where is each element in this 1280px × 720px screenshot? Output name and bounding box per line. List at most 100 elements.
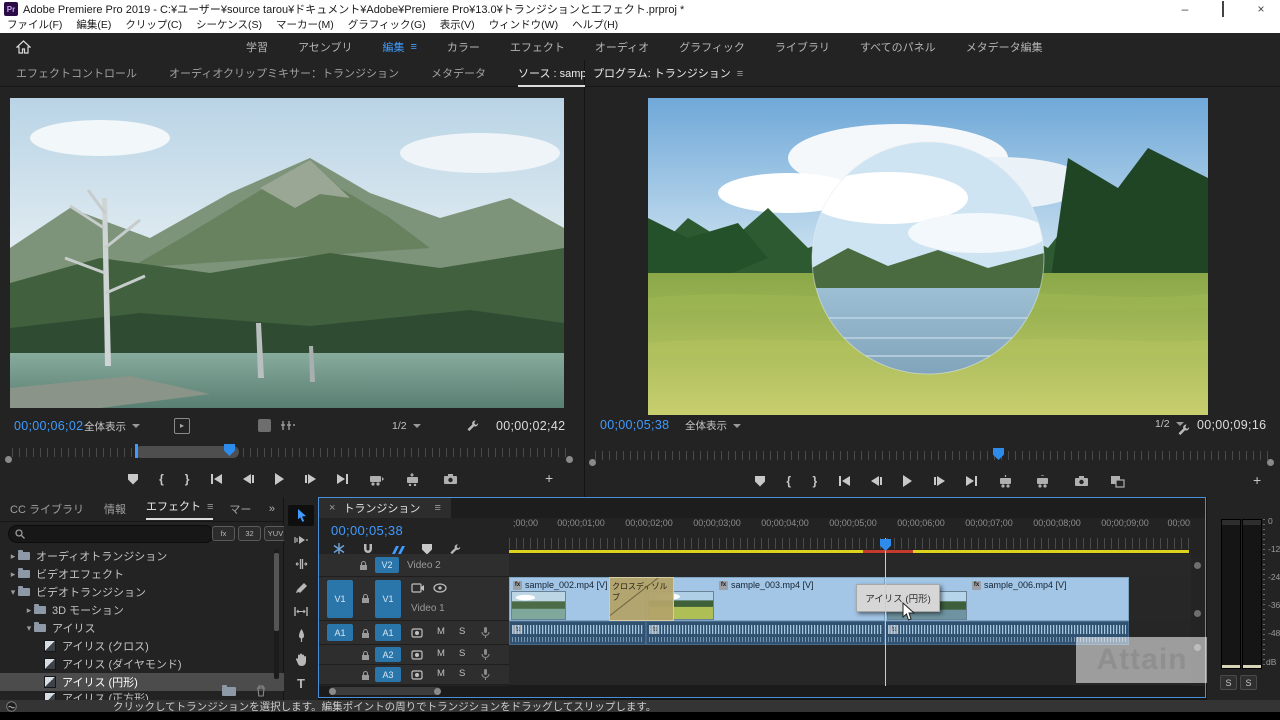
source-patch-a1[interactable]: A1 — [327, 624, 353, 641]
mark-out-icon[interactable]: } — [185, 472, 190, 486]
workspace-tab-assembly[interactable]: アセンブリ — [298, 39, 352, 55]
workspace-tab-learn[interactable]: 学習 — [246, 39, 268, 55]
workspace-tab-graphics[interactable]: グラフィック — [679, 39, 745, 55]
menu-graphics[interactable]: グラフィック(G) — [348, 18, 426, 33]
source-safe-margin-icon[interactable] — [258, 419, 271, 432]
scroll-handle[interactable] — [1194, 610, 1201, 617]
solo-left-button[interactable]: S — [1220, 675, 1237, 690]
tree-item-iris-round[interactable]: アイリス (円形) — [0, 673, 316, 691]
source-settings-icon[interactable]: ▸ — [174, 418, 190, 434]
chevron-down-icon[interactable]: ▾ — [24, 623, 34, 634]
track-patch-a1[interactable]: A1 — [375, 624, 401, 641]
export-frame-icon[interactable] — [1074, 475, 1089, 487]
timeline-timecode[interactable]: 00;00;05;38 — [331, 523, 403, 538]
lock-icon[interactable] — [361, 628, 370, 639]
workspace-tab-edit[interactable]: 編集≡ — [382, 39, 416, 55]
add-marker-icon[interactable] — [422, 544, 432, 555]
program-wrench-icon[interactable] — [1177, 423, 1190, 436]
program-scrubber[interactable] — [585, 446, 1280, 468]
workspace-tab-effects[interactable]: エフェクト — [510, 39, 565, 55]
selection-tool[interactable] — [288, 505, 314, 526]
timeline-tab[interactable]: × トランジション ≡ — [319, 498, 451, 518]
panel-menu-icon[interactable]: ≡ — [737, 68, 743, 80]
tab-overflow-icon[interactable]: » — [269, 503, 275, 515]
step-forward-icon[interactable] — [305, 474, 316, 484]
audio-clip-sample-002[interactable]: fx — [509, 621, 646, 645]
mic-icon[interactable] — [481, 648, 490, 661]
mute-button[interactable]: M — [437, 668, 445, 679]
maximize-button[interactable] — [1204, 0, 1242, 18]
mic-icon[interactable] — [481, 668, 490, 681]
solo-button[interactable]: S — [459, 626, 465, 637]
eye-icon[interactable] — [433, 583, 447, 593]
track-select-forward-tool[interactable] — [288, 529, 314, 550]
program-timecode[interactable]: 00;00;05;38 — [600, 418, 669, 432]
source-scroll-right-handle[interactable] — [566, 456, 573, 463]
timeline-hscrollbar[interactable] — [319, 686, 1205, 697]
source-scrubber[interactable] — [0, 442, 584, 466]
tab-markers-truncated[interactable]: マー — [229, 501, 251, 517]
workspace-tab-all-panels[interactable]: すべてのパネル — [860, 39, 936, 55]
source-patch-v1[interactable]: V1 — [327, 580, 353, 618]
ripple-edit-tool[interactable] — [288, 553, 314, 574]
program-scroll-left-handle[interactable] — [589, 459, 596, 466]
add-marker-icon[interactable] — [755, 476, 765, 487]
program-scroll-right-handle[interactable] — [1267, 459, 1274, 466]
trash-icon[interactable] — [256, 685, 266, 697]
chevron-right-icon[interactable]: ▸ — [8, 551, 18, 562]
menu-file[interactable]: ファイル(F) — [7, 18, 62, 33]
slip-tool[interactable] — [288, 601, 314, 622]
chevron-right-icon[interactable]: ▸ — [24, 605, 34, 616]
audio-clip-sample-003[interactable]: fx — [646, 621, 885, 645]
play-icon[interactable] — [903, 475, 912, 487]
menu-window[interactable]: ウィンドウ(W) — [489, 18, 558, 33]
mark-out-icon[interactable]: } — [813, 474, 818, 488]
workspace-tab-audio[interactable]: オーディオ — [595, 39, 649, 55]
linked-selection-icon[interactable] — [391, 544, 405, 555]
go-to-in-icon[interactable] — [211, 474, 222, 484]
workspace-menu-icon[interactable]: ≡ — [410, 41, 416, 53]
minimize-button[interactable]: – — [1166, 0, 1204, 18]
add-marker-icon[interactable] — [128, 474, 138, 485]
panel-menu-icon[interactable]: ≡ — [207, 501, 213, 513]
track-patch-v2[interactable]: V2 — [375, 557, 399, 573]
solo-button[interactable]: S — [459, 648, 465, 659]
track-patch-a3[interactable]: A3 — [375, 667, 401, 682]
panel-menu-icon[interactable]: ≡ — [434, 502, 440, 514]
go-to-out-icon[interactable] — [966, 476, 977, 486]
close-button[interactable]: × — [1242, 0, 1280, 18]
hscroll-left-handle[interactable] — [329, 688, 336, 695]
tab-metadata[interactable]: メタデータ — [431, 65, 486, 81]
export-frame-icon[interactable] — [443, 473, 458, 485]
source-zoom-select[interactable]: 全体表示 — [84, 419, 140, 434]
effects-search-input[interactable] — [8, 525, 214, 543]
transition-drag-ghost-iris-round[interactable]: アイリス (円形) — [856, 584, 940, 612]
source-zoom-range-bar[interactable] — [135, 446, 239, 458]
new-bin-icon[interactable] — [222, 687, 236, 696]
track-lane-v2[interactable] — [509, 554, 1191, 578]
lift-icon[interactable] — [999, 475, 1015, 488]
speaker-icon[interactable] — [411, 628, 424, 638]
tab-effect-controls[interactable]: エフェクトコントロール — [16, 65, 137, 81]
track-output-icon[interactable] — [411, 583, 425, 593]
pen-tool[interactable] — [288, 625, 314, 646]
extract-icon[interactable] — [1036, 475, 1052, 488]
program-button-editor-plus[interactable]: + — [1253, 472, 1261, 488]
play-icon[interactable] — [275, 473, 284, 485]
step-back-icon[interactable] — [243, 474, 254, 484]
tab-effects[interactable]: エフェクト≡ — [146, 498, 213, 520]
step-back-icon[interactable] — [871, 476, 882, 486]
tree-item-iris-cross[interactable]: アイリス (クロス) — [0, 637, 316, 655]
menu-view[interactable]: 表示(V) — [440, 18, 475, 33]
scroll-handle[interactable] — [1194, 562, 1201, 569]
solo-button[interactable]: S — [459, 668, 465, 679]
lock-icon[interactable] — [359, 560, 368, 571]
timeline-ruler-ticks[interactable] — [509, 538, 1191, 549]
chevron-down-icon[interactable]: ▾ — [8, 587, 18, 598]
speaker-icon[interactable] — [411, 650, 424, 660]
mute-button[interactable]: M — [437, 648, 445, 659]
insert-icon[interactable] — [369, 473, 385, 486]
menu-edit[interactable]: 編集(E) — [76, 18, 111, 33]
tree-item-iris-diamond[interactable]: アイリス (ダイヤモンド) — [0, 655, 316, 673]
comparison-view-icon[interactable] — [1110, 475, 1125, 488]
